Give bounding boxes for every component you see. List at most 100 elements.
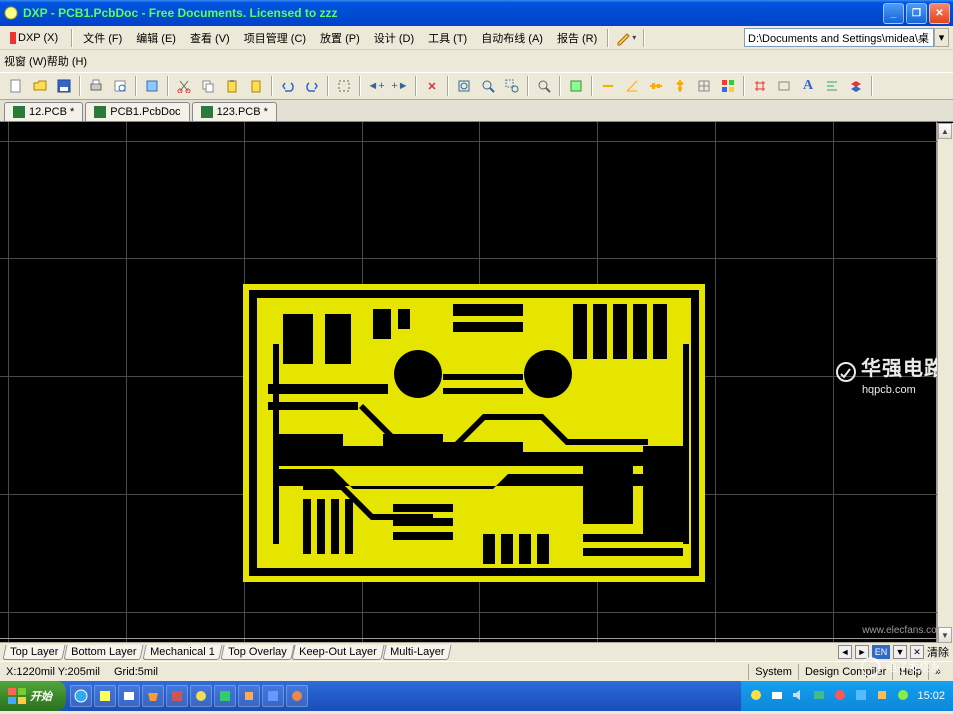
path-input[interactable] <box>744 28 934 47</box>
menu-place[interactable]: 放置 (P) <box>313 27 367 49</box>
move-left-button[interactable]: ◄+ <box>365 75 387 97</box>
align-v-button[interactable] <box>669 75 691 97</box>
layers-button[interactable] <box>845 75 867 97</box>
system-tray: 15:02 <box>741 681 953 711</box>
layer-colors-button[interactable] <box>717 75 739 97</box>
new-doc-button[interactable] <box>5 75 27 97</box>
windows-taskbar: 开始 15:02 <box>0 681 953 711</box>
cut-button[interactable] <box>173 75 195 97</box>
tray-volume-icon[interactable] <box>791 688 807 704</box>
toolbar: ◄+ +► ✕ A <box>0 72 953 100</box>
quicklaunch-item[interactable] <box>70 685 92 707</box>
paste-button[interactable] <box>221 75 243 97</box>
quicklaunch-item[interactable] <box>262 685 284 707</box>
toolbar-separator <box>359 76 361 96</box>
clipboard-button[interactable] <box>245 75 267 97</box>
find-button[interactable] <box>533 75 555 97</box>
align-h-button[interactable] <box>645 75 667 97</box>
menu-tools[interactable]: 工具 (T) <box>421 27 474 49</box>
quicklaunch-item[interactable] <box>118 685 140 707</box>
zoom-select-button[interactable] <box>501 75 523 97</box>
tray-icon[interactable] <box>749 688 765 704</box>
scroll-up-button[interactable]: ▲ <box>938 123 952 139</box>
quicklaunch-item[interactable] <box>214 685 236 707</box>
zoom-fit-button[interactable] <box>453 75 475 97</box>
dxp-menu-button[interactable]: DXP (X) <box>4 30 64 46</box>
angle-button[interactable] <box>621 75 643 97</box>
layer-tab-multi[interactable]: Multi-Layer <box>382 645 452 660</box>
open-button[interactable] <box>29 75 51 97</box>
select-button[interactable] <box>749 75 771 97</box>
menubar-row2: 视窗 (W) 帮助 (H) <box>0 50 953 72</box>
tray-icon[interactable] <box>896 688 912 704</box>
status-grid: Grid:5mil <box>114 666 158 678</box>
menu-edit[interactable]: 编辑 (E) <box>129 27 183 49</box>
statusbar: X:1220mil Y:205mil Grid:5mil System Desi… <box>0 661 953 681</box>
pencil-tool-button[interactable]: ▾ <box>615 28 637 48</box>
window-maximize-button[interactable]: ❐ <box>906 3 927 24</box>
doc-tab[interactable]: 123.PCB * <box>192 102 277 121</box>
status-panel-system[interactable]: System <box>748 664 798 680</box>
undo-button[interactable] <box>277 75 299 97</box>
path-dropdown-button[interactable]: ▾ <box>934 28 949 47</box>
taskbar-clock[interactable]: 15:02 <box>917 690 945 702</box>
scroll-down-button[interactable]: ▼ <box>938 627 952 643</box>
layer-nav-prev[interactable]: ◄ <box>838 645 852 659</box>
tray-icon[interactable] <box>854 688 870 704</box>
zoom-button[interactable] <box>477 75 499 97</box>
quicklaunch-item[interactable] <box>166 685 188 707</box>
pcb-doc-icon <box>201 106 213 118</box>
menu-separator <box>71 29 73 47</box>
cancel-button[interactable]: ✕ <box>421 75 443 97</box>
layer-tab-bottom[interactable]: Bottom Layer <box>64 645 145 660</box>
pcb-canvas[interactable]: 华强电路 hqpcb.com www.elecfans.com <box>0 122 953 642</box>
toolbar-separator <box>559 76 561 96</box>
menu-window[interactable]: 视窗 (W) <box>4 53 47 69</box>
align-button[interactable] <box>821 75 843 97</box>
tray-icon[interactable] <box>833 688 849 704</box>
app-icon <box>3 5 19 21</box>
layer-tab-mechanical[interactable]: Mechanical 1 <box>142 645 222 660</box>
rect-button[interactable] <box>773 75 795 97</box>
redo-button[interactable] <box>301 75 323 97</box>
toolbar-separator <box>871 76 873 96</box>
select-rect-button[interactable] <box>333 75 355 97</box>
vertical-scrollbar[interactable]: ▲ ▼ <box>937 123 953 643</box>
window-minimize-button[interactable]: _ <box>883 3 904 24</box>
browse-button[interactable] <box>565 75 587 97</box>
layer-tab-keepout[interactable]: Keep-Out Layer <box>292 645 385 660</box>
menu-report[interactable]: 报告 (R) <box>550 27 604 49</box>
doc-tab-label: PCB1.PcbDoc <box>110 106 180 118</box>
preview-button[interactable] <box>109 75 131 97</box>
menu-view[interactable]: 查看 (V) <box>183 27 237 49</box>
print-button[interactable] <box>85 75 107 97</box>
text-button[interactable]: A <box>797 75 819 97</box>
tray-icon[interactable] <box>812 688 828 704</box>
move-right-button[interactable]: +► <box>389 75 411 97</box>
tray-icon[interactable] <box>875 688 891 704</box>
menu-autoroute[interactable]: 自动布线 (A) <box>474 27 550 49</box>
doc-tab[interactable]: PCB1.PcbDoc <box>85 102 189 121</box>
doc-tab-label: 123.PCB * <box>217 106 268 118</box>
menu-design[interactable]: 设计 (D) <box>367 27 421 49</box>
save-button[interactable] <box>53 75 75 97</box>
measure-button[interactable] <box>597 75 619 97</box>
grid-button[interactable] <box>693 75 715 97</box>
dxp-label: DXP (X) <box>18 32 58 44</box>
layer-tab-top[interactable]: Top Layer <box>2 645 66 660</box>
quicklaunch-item[interactable] <box>142 685 164 707</box>
doc-tab[interactable]: 12.PCB * <box>4 102 83 121</box>
menu-help[interactable]: 帮助 (H) <box>47 53 87 69</box>
project-button[interactable] <box>141 75 163 97</box>
menu-file[interactable]: 文件 (F) <box>76 27 129 49</box>
copy-button[interactable] <box>197 75 219 97</box>
quicklaunch-item[interactable] <box>190 685 212 707</box>
menu-project[interactable]: 项目管理 (C) <box>237 27 313 49</box>
quicklaunch-item[interactable] <box>238 685 260 707</box>
quicklaunch-item[interactable] <box>286 685 308 707</box>
window-close-button[interactable]: ✕ <box>929 3 950 24</box>
tray-icon[interactable] <box>770 688 786 704</box>
layer-tab-overlay[interactable]: Top Overlay <box>220 645 294 660</box>
quicklaunch-item[interactable] <box>94 685 116 707</box>
start-button[interactable]: 开始 <box>0 681 66 711</box>
